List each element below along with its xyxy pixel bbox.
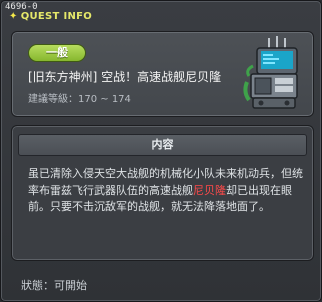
title-text: QUEST INFO: [20, 11, 93, 22]
machine-npc-icon: [243, 36, 298, 109]
quest-status: 狀態：可開始: [21, 279, 87, 292]
star-icon: ✦: [9, 11, 18, 22]
quest-name: [旧东方神州] 空战！高速战舰尼贝隆: [28, 70, 222, 84]
quest-header-panel: 一般 [旧东方神州] 空战！高速战舰尼贝隆 建議等級：170 ~ 174: [11, 31, 314, 117]
description-highlight: 尼贝隆: [193, 183, 226, 197]
quest-type-badge: 一般: [28, 44, 86, 62]
quest-content-panel: 内容 虽已清除入侵天空大战舰的机械化小队未来机动兵，但统率布雷兹飞行武器队伍的高…: [11, 125, 314, 261]
quest-description: 虽已清除入侵天空大战舰的机械化小队未来机动兵，但统率布雷兹飞行武器队伍的高速战舰…: [28, 166, 304, 216]
quest-info-window: 4696-0 ✦ QUEST INFO 一般 [旧东方神州] 空战！高速战舰尼贝隆…: [0, 0, 322, 302]
window-title: ✦ QUEST INFO: [9, 11, 92, 22]
content-section-header: 内容: [18, 134, 307, 156]
recommended-level: 建議等級：170 ~ 174: [28, 94, 131, 105]
